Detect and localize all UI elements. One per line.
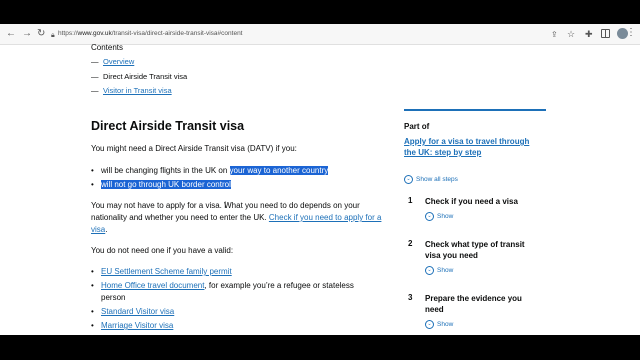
show-all-steps-button[interactable]: ⌄ Show all steps <box>404 175 458 184</box>
extensions-icon[interactable]: ✚ <box>585 27 593 41</box>
browser-viewport: ← → ↻ 🔒︎ https://www.gov.uk/transit-visa… <box>0 24 640 335</box>
contents-item-visitor[interactable]: — Visitor in Transit visa <box>91 86 172 98</box>
step-number: 3 <box>408 293 413 302</box>
chevron-down-icon: ⌄ <box>425 266 434 275</box>
intro-text: You might need a Direct Airside Transit … <box>91 144 297 153</box>
bullet-continuation: person <box>101 293 126 302</box>
chevron-down-icon: ⌄ <box>425 212 434 221</box>
text-cursor-icon: I <box>224 200 227 210</box>
step-show-button[interactable]: ⌄ Show <box>425 266 453 275</box>
step-title-line: Check if you need a visa <box>425 197 518 206</box>
part-of-label: Part of <box>404 122 430 131</box>
show-label: Show <box>437 267 454 275</box>
bookmark-star-icon[interactable]: ☆ <box>567 27 575 41</box>
step-title-line: need <box>425 305 444 314</box>
show-all-label: Show all steps <box>416 176 458 184</box>
step-title[interactable]: Check what type of transit visa you need <box>425 239 545 261</box>
contents-heading: Contents <box>91 43 124 52</box>
selected-text: your way to another country <box>229 166 329 175</box>
list-item: • EU Settlement Scheme family permit <box>91 267 232 276</box>
arrow-right-icon[interactable]: → <box>22 27 32 41</box>
step-show-button[interactable]: ⌄ Show <box>425 320 453 329</box>
step-show-button[interactable]: ⌄ Show <box>425 212 453 221</box>
page-title: Direct Airside Transit visa <box>91 119 245 133</box>
selected-text: will not go through UK border control <box>101 180 231 189</box>
url-host: www.gov.uk <box>77 30 112 37</box>
share-icon[interactable]: ⇪ <box>551 28 558 42</box>
arrow-left-icon[interactable]: ← <box>6 27 16 41</box>
menu-icon[interactable]: ⋮ <box>626 27 636 38</box>
contents-item-overview[interactable]: — Overview <box>91 57 134 69</box>
visa-check-paragraph: You may not have to apply for a visa. Wh… <box>91 200 386 236</box>
lock-icon: 🔒︎ <box>51 32 55 39</box>
paragraph-end: . <box>105 225 108 234</box>
link-line: the UK: step by step <box>404 148 482 157</box>
show-label: Show <box>437 321 454 329</box>
step-number: 1 <box>408 196 413 205</box>
url-prefix: https:// <box>58 30 78 37</box>
link-line: Apply for a visa to travel through <box>404 137 530 146</box>
url-path: /transit-visa/direct-airside-transit-vis… <box>111 30 243 37</box>
step-title[interactable]: Check if you need a visa <box>425 196 545 207</box>
step-title-line: Prepare the evidence you <box>425 294 522 303</box>
list-item: • Marriage Visitor visa <box>91 321 174 330</box>
step-by-step-link[interactable]: Apply for a visa to travel through the UK… <box>404 136 554 158</box>
marriage-visitor-link[interactable]: Marriage Visitor visa <box>101 321 173 330</box>
step-title[interactable]: Prepare the evidence you need <box>425 293 545 315</box>
contents-link[interactable]: Overview <box>103 57 134 66</box>
bullet-text: , for example you’re a refugee or statel… <box>204 281 354 290</box>
list-item: • will not go through UK border control <box>91 180 231 189</box>
browser-toolbar: ← → ↻ 🔒︎ https://www.gov.uk/transit-visa… <box>0 24 640 45</box>
sidebar-top-rule <box>404 109 546 111</box>
bullet-text: will be changing flights in the UK on <box>101 166 230 175</box>
travel-document-link[interactable]: Home Office travel document <box>101 281 204 290</box>
list-item: • Standard Visitor visa <box>91 307 175 316</box>
step-number: 2 <box>408 239 413 248</box>
show-label: Show <box>437 213 454 221</box>
reload-icon[interactable]: ↻ <box>37 27 45 41</box>
list-item: • Home Office travel document, for exampl… <box>91 281 354 290</box>
valid-doc-intro: You do not need one if you have a valid: <box>91 246 234 255</box>
contents-current-label: Direct Airside Transit visa <box>103 72 188 81</box>
step-title-line: visa you need <box>425 251 478 260</box>
standard-visitor-link[interactable]: Standard Visitor visa <box>101 307 174 316</box>
side-panel-icon[interactable] <box>601 29 610 38</box>
step-title-line: Check what type of transit <box>425 240 525 249</box>
eu-settlement-link[interactable]: EU Settlement Scheme family permit <box>101 267 232 276</box>
address-bar[interactable]: https://www.gov.uk/transit-visa/direct-a… <box>58 28 243 40</box>
chevron-down-icon: ⌄ <box>425 320 434 329</box>
contents-item-current: — Direct Airside Transit visa <box>91 72 188 81</box>
chevron-down-icon: ⌄ <box>404 175 413 184</box>
contents-link[interactable]: Visitor in Transit visa <box>103 86 172 95</box>
list-item: • will be changing flights in the UK on y… <box>91 166 329 175</box>
